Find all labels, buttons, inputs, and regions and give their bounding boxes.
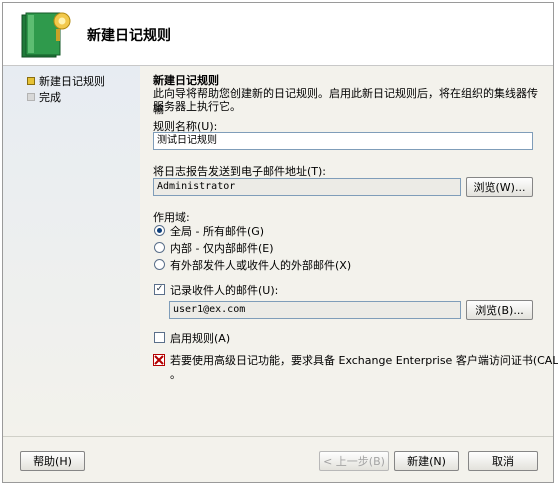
step-label: 完成 [39, 91, 61, 104]
intro-text-line2: 服务器上执行它。 [153, 100, 241, 113]
page-title: 新建日记规则 [87, 28, 171, 44]
wizard-window: 新建日记规则 新建日记规则 完成 新建日记规则 此向导将帮助您创建新的日记规则。… [2, 2, 558, 483]
scope-internal-radio[interactable] [154, 242, 165, 253]
error-icon [153, 354, 165, 366]
active-step-icon [27, 77, 35, 85]
record-recipient-checkbox[interactable]: ✓ [154, 284, 165, 295]
step-label: 新建日记规则 [39, 75, 105, 88]
scope-external-radio[interactable] [154, 259, 165, 270]
scope-global-radio[interactable] [154, 225, 165, 236]
browse-email-button[interactable]: 浏览(W)... [466, 177, 533, 197]
email-label: 将日志报告发送到电子邮件地址(T): [153, 165, 327, 178]
wizard-header: 新建日记规则 [3, 3, 553, 66]
step-complete[interactable]: 完成 [27, 90, 61, 104]
pending-step-icon [27, 93, 35, 101]
browse-recipient-button[interactable]: 浏览(B)... [466, 300, 533, 320]
cal-warning-text: 若要使用高级日记功能，要求具备 Exchange Enterprise 客户端访… [170, 354, 558, 367]
scope-internal-label[interactable]: 内部 - 仅内部邮件(E) [170, 240, 274, 256]
cancel-button[interactable]: 取消 [468, 451, 538, 471]
email-address-field[interactable]: Administrator [153, 178, 461, 196]
footer-divider [3, 436, 553, 437]
journal-book-icon [21, 12, 71, 58]
scope-external-label[interactable]: 有外部发件人或收件人的外部邮件(X) [170, 257, 351, 273]
enable-rule-label[interactable]: 启用规则(A) [170, 330, 230, 346]
steps-pane: 新建日记规则 完成 [3, 66, 140, 436]
record-recipient-label[interactable]: 记录收件人的邮件(U): [170, 282, 278, 298]
step-new-rule[interactable]: 新建日记规则 [27, 74, 105, 88]
rule-name-input[interactable]: 测试日记规则 [153, 132, 533, 150]
new-button[interactable]: 新建(N) [394, 451, 459, 471]
cal-warning-tail: 。 [170, 368, 181, 381]
enable-rule-checkbox[interactable] [154, 332, 165, 343]
back-button[interactable]: < 上一步(B) [319, 451, 389, 471]
help-button[interactable]: 帮助(H) [20, 451, 85, 471]
scope-global-label[interactable]: 全局 - 所有邮件(G) [170, 223, 264, 239]
recipient-field[interactable]: user1@ex.com [169, 301, 461, 319]
